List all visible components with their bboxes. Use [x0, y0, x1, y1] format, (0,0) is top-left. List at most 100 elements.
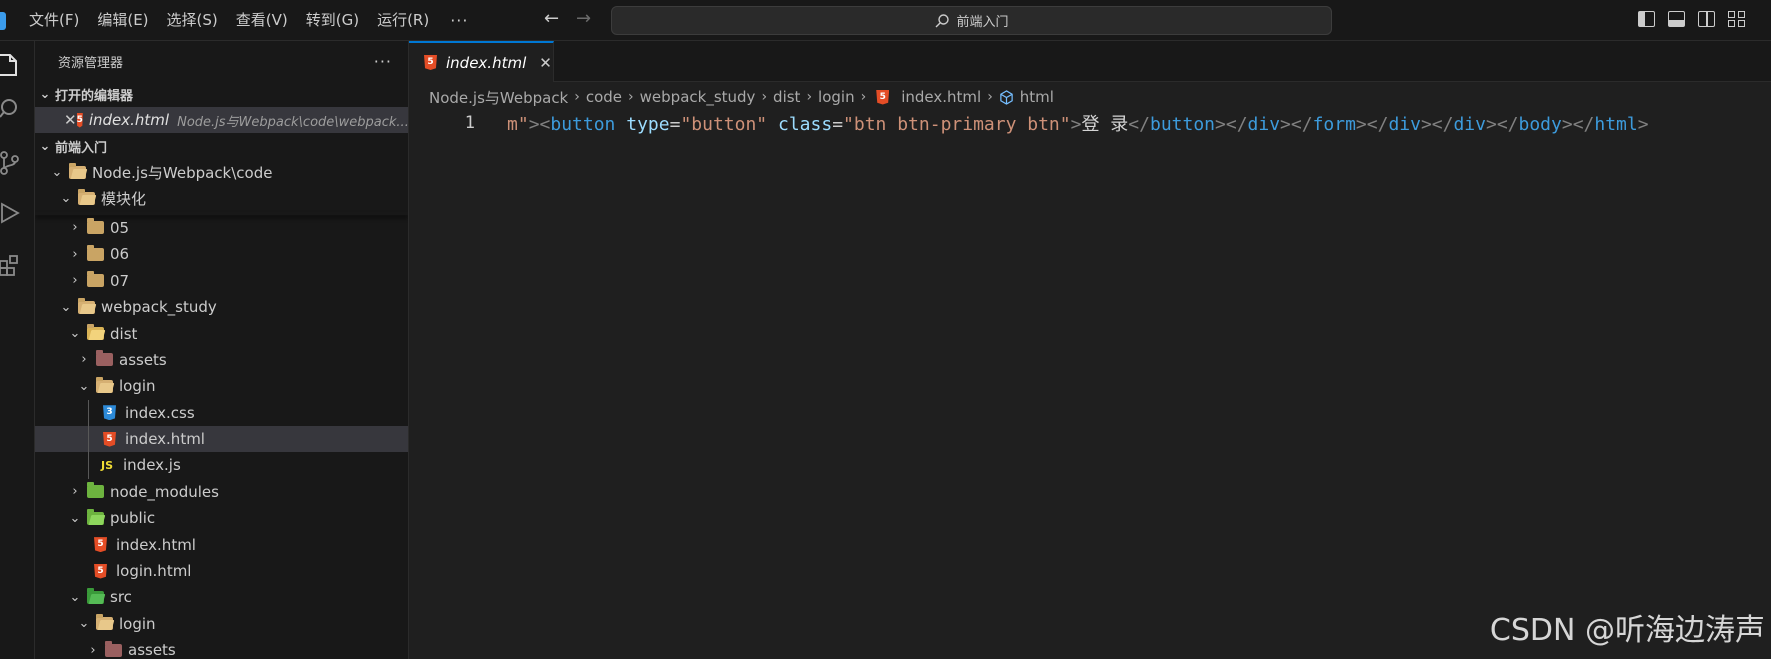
breadcrumb-item[interactable]: dist [773, 88, 800, 106]
tree-file[interactable]: JS index.js [35, 452, 408, 479]
forward-arrow-icon[interactable]: → [576, 8, 591, 29]
toggle-panel-icon[interactable] [1668, 11, 1685, 27]
search-text: 前端入门 [956, 15, 1009, 30]
chevron-down-icon: ⌄ [60, 191, 72, 207]
close-icon[interactable]: ✕ [64, 111, 77, 129]
tree-folder[interactable]: › 06 [35, 241, 408, 267]
tree-folder[interactable]: ⌄ webpack_study [35, 294, 408, 320]
tree-label: src [110, 588, 132, 607]
tree-folder[interactable]: ⌄ src [35, 584, 408, 610]
folder-open-icon [96, 376, 113, 393]
tree-label: 05 [110, 218, 130, 237]
chevron-right-icon: › [90, 642, 96, 658]
menu-more-button[interactable]: ··· [438, 11, 480, 30]
tree-folder[interactable]: ⌄ login [35, 373, 408, 399]
code-text[interactable]: m"><button type="button" class="btn btn-… [507, 110, 1649, 136]
code-token: div [1247, 114, 1281, 135]
node-modules-folder-icon [87, 482, 104, 499]
tree-folder[interactable]: › node_modules [35, 479, 408, 505]
breadcrumb-item[interactable]: login [818, 88, 855, 106]
code-line[interactable]: 1 m"><button type="button" class="btn bt… [409, 110, 1771, 136]
source-control-icon[interactable] [0, 151, 20, 175]
open-editor-name: index.html [88, 111, 170, 129]
code-token: div [1388, 114, 1421, 135]
code-token: = [832, 114, 844, 135]
open-editor-path: Node.js与Webpack\code\webpack... [177, 114, 408, 130]
explorer-more-button[interactable]: ··· [374, 52, 392, 71]
search-sidebar-icon[interactable] [0, 97, 20, 121]
code-token: html [1594, 114, 1638, 135]
tree-folder[interactable]: › assets [35, 347, 408, 373]
open-editor-item[interactable]: ✕ 5 index.html Node.js与Webpack\code\webp… [35, 107, 408, 133]
menu-selection[interactable]: 选择(S) [158, 0, 227, 41]
menu-go[interactable]: 转到(G) [297, 0, 368, 41]
vscode-logo-icon[interactable] [0, 12, 6, 30]
command-center-search[interactable]: 前端入门 [611, 6, 1332, 35]
folder-icon [87, 244, 104, 261]
tree-label: Node.js与Webpack\code [92, 163, 273, 182]
code-token: ></ [1280, 114, 1313, 135]
explorer-sidebar: 资源管理器 ··· ⌄ 打开的编辑器 ✕ 5 index.html Node.j… [35, 41, 409, 659]
tree-file[interactable]: 3 index.css [35, 399, 408, 426]
code-token: ></ [1485, 114, 1519, 135]
chevron-right-icon: › [987, 89, 993, 105]
activity-bar [0, 41, 35, 659]
tab-index-html[interactable]: 5 index.html ✕ [409, 41, 554, 82]
code-token: div [1453, 114, 1486, 135]
chevron-right-icon: › [806, 89, 813, 105]
dist-folder-icon [87, 324, 104, 341]
code-token: body [1518, 114, 1562, 135]
extensions-icon[interactable] [0, 253, 20, 277]
tree-folder[interactable]: › assets [35, 637, 408, 659]
code-token: button [1149, 114, 1216, 135]
chevron-down-icon: ⌄ [78, 378, 90, 394]
tree-folder[interactable]: ⌄ 模块化 [35, 185, 408, 211]
breadcrumb-item[interactable]: html [1020, 88, 1054, 106]
menu-file[interactable]: 文件(F) [20, 0, 88, 41]
tree-label: public [110, 509, 156, 528]
menu-edit[interactable]: 编辑(E) [88, 0, 157, 41]
toggle-secondary-sidebar-icon[interactable] [1698, 11, 1715, 27]
folder-icon [87, 218, 104, 235]
tree-label: login [119, 377, 156, 396]
line-number: 1 [464, 113, 475, 133]
js-file-icon: JS [101, 458, 114, 472]
indent-guide [88, 399, 89, 426]
chevron-right-icon: › [628, 89, 634, 105]
breadcrumb-item[interactable]: index.html [901, 88, 981, 106]
close-icon[interactable]: ✕ [539, 54, 552, 72]
open-editors-section[interactable]: ⌄ 打开的编辑器 [35, 81, 408, 107]
tree-folder[interactable]: ⌄ login [35, 611, 408, 637]
menu-run[interactable]: 运行(R) [368, 0, 438, 41]
layout-controls [1638, 11, 1745, 27]
code-token: ></ [1561, 114, 1595, 135]
explorer-icon[interactable] [0, 53, 20, 77]
menu-view[interactable]: 查看(V) [227, 0, 297, 41]
tree-folder[interactable]: › 07 [35, 268, 408, 294]
breadcrumb-item[interactable]: code [586, 88, 622, 106]
code-token: ></ [1355, 114, 1389, 135]
tree-file[interactable]: 5 index.html [35, 531, 408, 557]
tree-folder[interactable]: ⌄ public [35, 505, 408, 531]
tree-file[interactable]: 5 login.html [35, 558, 408, 584]
chevron-down-icon: ⌄ [60, 299, 72, 315]
tree-folder[interactable]: ⌄ dist [35, 320, 408, 346]
workspace-section[interactable]: ⌄ 前端入门 [35, 133, 408, 159]
tree-file-selected[interactable]: 5 index.html [35, 425, 408, 453]
run-debug-icon[interactable] [0, 201, 20, 225]
code-token: = [669, 114, 681, 135]
tree-label: assets [119, 350, 167, 369]
breadcrumb: Node.js与Webpack › code › webpack_study ›… [429, 84, 1054, 110]
code-token: > [1070, 114, 1082, 135]
menu-bar: 文件(F) 编辑(E) 选择(S) 查看(V) 转到(G) 运行(R) ··· [20, 0, 480, 41]
watermark: CSDN @听海边涛声 [1489, 613, 1765, 648]
chevron-down-icon: ⌄ [69, 589, 81, 605]
tree-folder[interactable]: ⌄ Node.js与Webpack\code [35, 159, 408, 185]
breadcrumb-item[interactable]: Node.js与Webpack [429, 87, 568, 108]
tree-folder[interactable]: › 05 [35, 215, 408, 241]
breadcrumb-item[interactable]: webpack_study [640, 88, 756, 106]
customize-layout-icon[interactable] [1728, 11, 1745, 27]
back-arrow-icon[interactable]: ← [544, 8, 559, 29]
toggle-primary-sidebar-icon[interactable] [1638, 11, 1655, 27]
